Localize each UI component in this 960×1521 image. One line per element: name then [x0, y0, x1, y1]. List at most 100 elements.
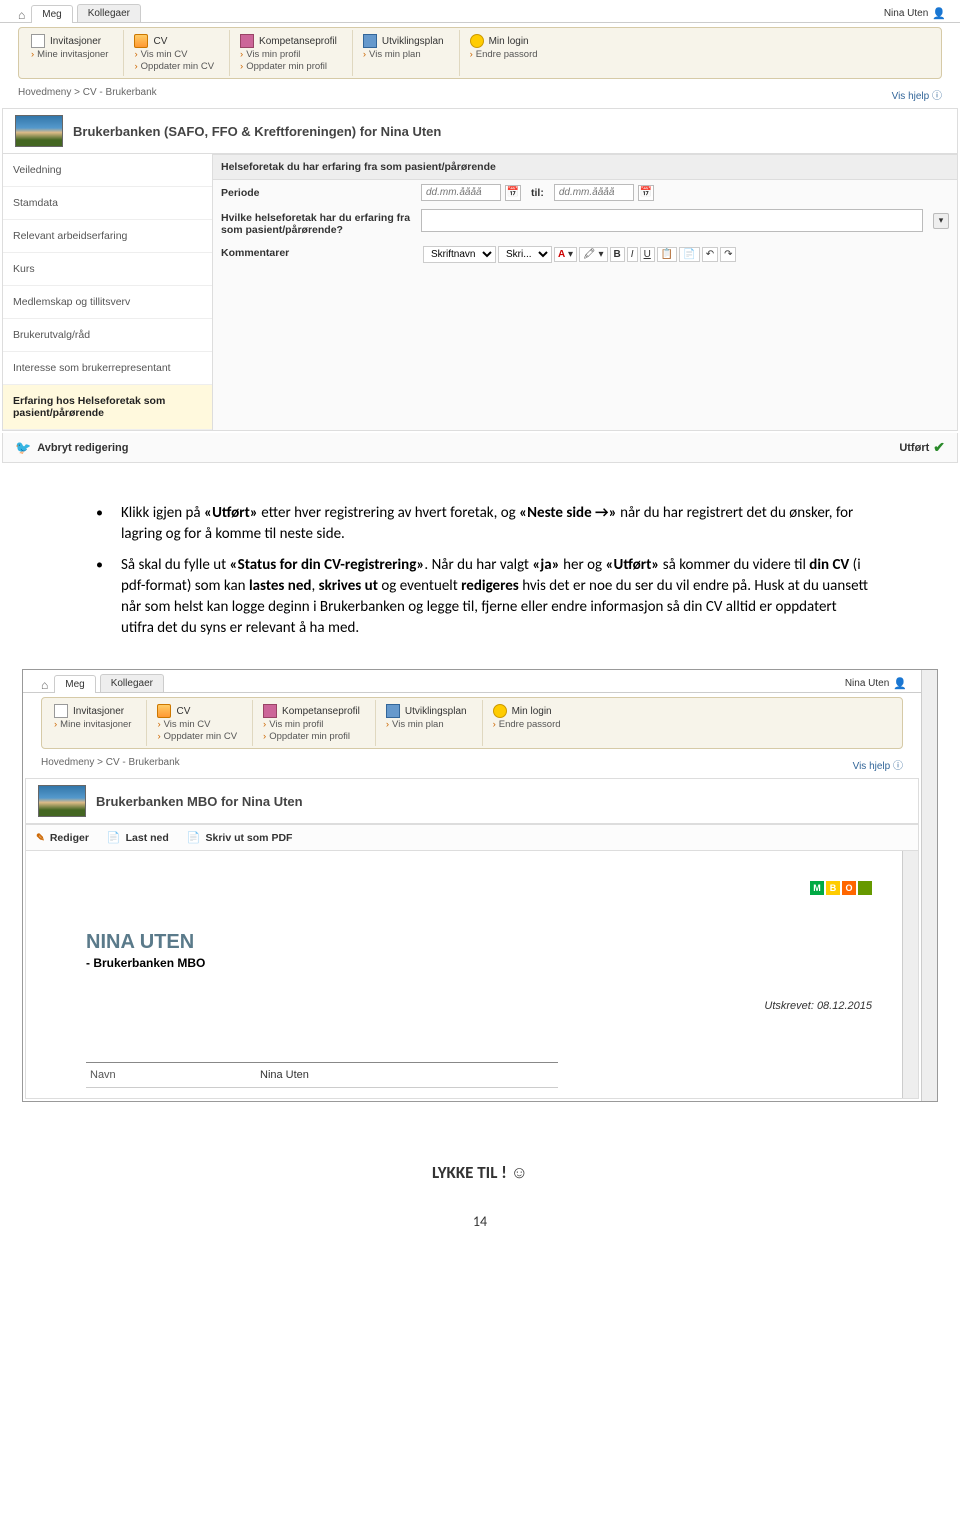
edit-button[interactable]: Rediger: [36, 831, 89, 844]
action-bar: Avbryt redigering Utført: [2, 433, 958, 463]
label-hvilke: Hvilke helseforetak har du erfaring fra …: [221, 209, 421, 236]
tb-cv[interactable]: CV ›Vis min CV ›Oppdater min CV: [146, 700, 251, 746]
user-icon[interactable]: [893, 677, 907, 690]
download-button[interactable]: Last ned: [107, 831, 169, 844]
tb-cv[interactable]: CV ›Vis min CV ›Oppdater min CV: [123, 30, 228, 76]
rte-bgcolor[interactable]: 🖍 ▾: [579, 247, 608, 262]
rte-color-a[interactable]: A ▾: [554, 247, 577, 262]
table-row: Navn Nina Uten: [86, 1063, 558, 1088]
tb-kompetanse[interactable]: Kompetanseprofil ›Vis min profil ›Oppdat…: [252, 700, 374, 746]
cv-icon: [134, 34, 148, 48]
pencil-icon: [36, 832, 45, 844]
tab-bar: Meg Kollegaer Nina Uten: [0, 0, 960, 23]
date-from-input[interactable]: [421, 184, 501, 201]
breadcrumb: Hovedmeny > CV - Brukerbank Vis hjelp ⓘ: [0, 83, 960, 106]
profile-icon: [263, 704, 277, 718]
home-icon[interactable]: [41, 678, 54, 692]
cancel-button[interactable]: Avbryt redigering: [15, 439, 128, 456]
done-button[interactable]: Utført: [899, 439, 945, 456]
rte-size-select[interactable]: Skri...: [498, 246, 552, 263]
rte-paste-icon[interactable]: 📄: [679, 247, 699, 262]
profile-icon: [240, 34, 254, 48]
tb-login[interactable]: Min login ›Endre passord: [482, 700, 575, 746]
help-link[interactable]: Vis hjelp ⓘ: [853, 757, 903, 772]
tb-kompetanse[interactable]: Kompetanseprofil ›Vis min profil ›Oppdat…: [229, 30, 351, 76]
breadcrumb-2: Hovedmeny > CV - Brukerbank Vis hjelp ⓘ: [23, 753, 921, 776]
tab-kollegaer[interactable]: Kollegaer: [100, 674, 164, 692]
tab-meg[interactable]: Meg: [54, 675, 95, 693]
sidebar-item-erfaring[interactable]: Erfaring hos Helseforetak som pasient/på…: [3, 385, 212, 430]
login-icon: [493, 704, 507, 718]
sq-blank: [858, 881, 872, 895]
main-toolbar: Invitasjoner ›Mine invitasjoner CV ›Vis …: [18, 27, 942, 79]
smiley-icon: [511, 1162, 528, 1183]
main-toolbar-2: Invitasjoner ›Mine invitasjoner CV ›Vis …: [41, 697, 903, 749]
sidebar-item-interesse[interactable]: Interesse som brukerrepresentant: [3, 352, 212, 385]
tb-invitasjoner[interactable]: Invitasjoner ›Mine invitasjoner: [21, 30, 122, 76]
label-periode: Periode: [221, 184, 421, 199]
bullet-1: Klikk igjen på «Utført» etter hver regis…: [90, 503, 870, 545]
instruction-text: Klikk igjen på «Utført» etter hver regis…: [0, 483, 960, 669]
sidebar-item-brukerutvalg[interactable]: Brukerutvalg/råd: [3, 319, 212, 352]
tb-utviklingsplan[interactable]: Utviklingsplan ›Vis min plan: [352, 30, 458, 76]
help-icon: ⓘ: [932, 91, 942, 102]
header-image: [15, 115, 63, 147]
rte-underline[interactable]: U: [640, 247, 655, 262]
foretak-input[interactable]: [421, 209, 923, 232]
row-label: Navn: [90, 1069, 260, 1081]
main-panel: Brukerbanken (SAFO, FFO & Kreftforeninge…: [2, 108, 958, 431]
pdf-icon: [187, 831, 201, 844]
sidebar-item-arbeidserfaring[interactable]: Relevant arbeidserfaring: [3, 220, 212, 253]
cv-icon: [157, 704, 171, 718]
invitations-icon: [54, 704, 68, 718]
rte-undo-icon[interactable]: ↶: [702, 247, 718, 262]
tb-utviklingsplan[interactable]: Utviklingsplan ›Vis min plan: [375, 700, 481, 746]
sidebar-item-kurs[interactable]: Kurs: [3, 253, 212, 286]
tb-login[interactable]: Min login ›Endre passord: [459, 30, 552, 76]
header-image: [38, 785, 86, 817]
invitations-icon: [31, 34, 45, 48]
row-value: Nina Uten: [260, 1069, 309, 1081]
good-luck-text: LYKKE TIL !: [0, 1162, 960, 1183]
calendar-icon[interactable]: 📅: [638, 185, 654, 201]
rte-redo-icon[interactable]: ↷: [720, 247, 736, 262]
cv-name: NINA UTEN: [86, 931, 872, 954]
tb-invitasjoner[interactable]: Invitasjoner ›Mine invitasjoner: [44, 700, 145, 746]
login-icon: [470, 34, 484, 48]
pdf-icon: [107, 831, 121, 844]
cv-preview: M B O NINA UTEN - Brukerbanken MBO Utskr…: [26, 851, 902, 1098]
sidebar-item-medlemskap[interactable]: Medlemskap og tillitsverv: [3, 286, 212, 319]
sq-o: O: [842, 881, 856, 895]
date-to-input[interactable]: [554, 184, 634, 201]
plan-icon: [386, 704, 400, 718]
check-icon: [933, 439, 945, 456]
print-button[interactable]: Skriv ut som PDF: [187, 831, 293, 844]
calendar-icon[interactable]: 📅: [505, 185, 521, 201]
cv-printed-date: Utskrevet: 08.12.2015: [86, 1000, 872, 1012]
tab-meg[interactable]: Meg: [31, 5, 72, 23]
rte-copy-icon[interactable]: 📋: [657, 247, 677, 262]
user-label: Nina Uten: [839, 675, 913, 692]
page-title-2: Brukerbanken MBO for Nina Uten: [96, 794, 303, 809]
outer-scrollbar[interactable]: [921, 670, 937, 1101]
sidebar-item-veiledning[interactable]: Veiledning: [3, 154, 212, 187]
page-number: 14: [0, 1213, 960, 1230]
help-link[interactable]: Vis hjelp ⓘ: [892, 87, 942, 102]
rte-toolbar: Skriftnavn Skri... A ▾ 🖍 ▾ B I U 📋 📄 ↶: [421, 244, 738, 265]
cv-subtitle: - Brukerbanken MBO: [86, 956, 872, 970]
rte-bold[interactable]: B: [610, 247, 625, 262]
user-icon[interactable]: [932, 7, 946, 20]
inner-scrollbar[interactable]: [902, 851, 918, 1098]
page-title: Brukerbanken (SAFO, FFO & Kreftforeninge…: [73, 124, 441, 139]
section-header: Helseforetak du har erfaring fra som pas…: [213, 154, 957, 180]
tab-bar-2: Meg Kollegaer Nina Uten: [23, 670, 921, 693]
rte-font-select[interactable]: Skriftnavn: [423, 246, 496, 263]
rte-italic[interactable]: I: [627, 247, 638, 262]
chevron-down-icon[interactable]: ▾: [933, 213, 949, 229]
tab-kollegaer[interactable]: Kollegaer: [77, 4, 141, 22]
sidebar-item-stamdata[interactable]: Stamdata: [3, 187, 212, 220]
page-header: Brukerbanken (SAFO, FFO & Kreftforeninge…: [3, 109, 957, 154]
cv-table: Navn Nina Uten: [86, 1062, 558, 1088]
home-icon[interactable]: [18, 8, 31, 22]
screenshot-2: Meg Kollegaer Nina Uten Invitasjoner ›Mi…: [22, 669, 938, 1102]
